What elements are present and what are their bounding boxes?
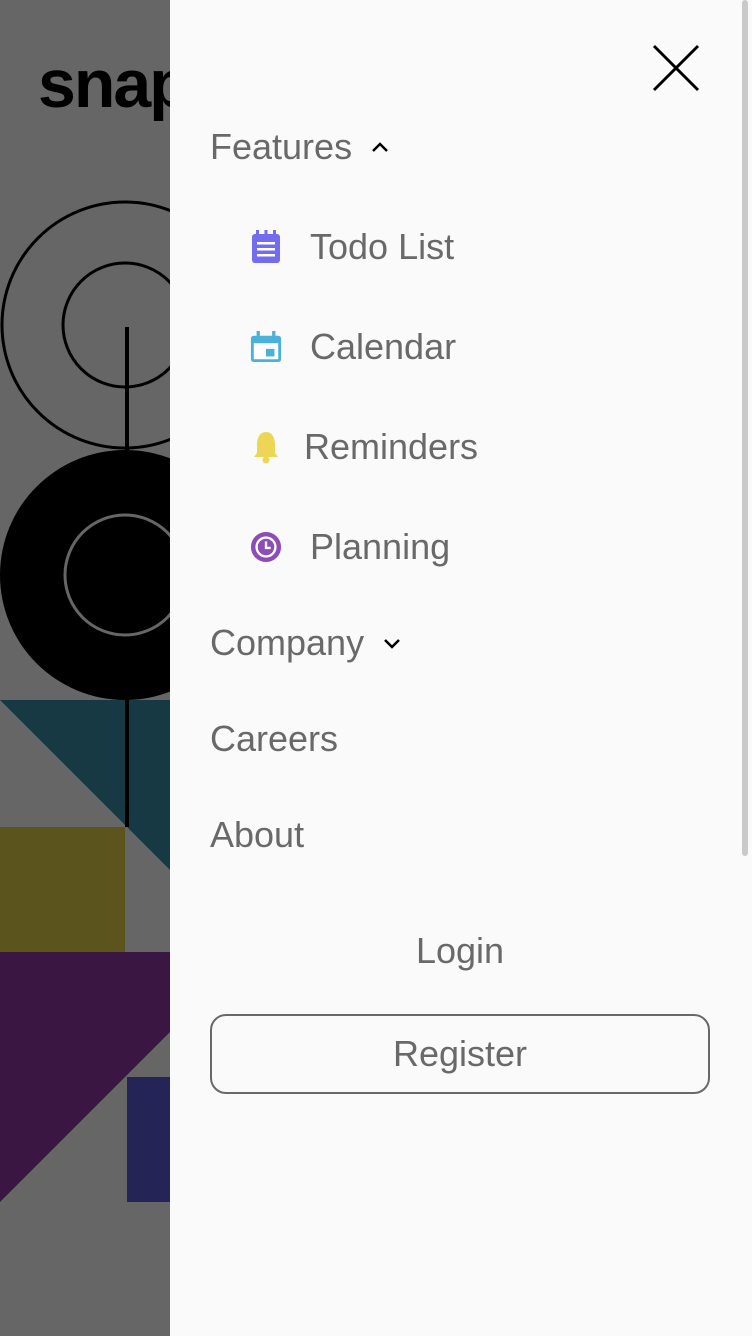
nav-company-toggle[interactable]: Company [210,622,402,664]
nav-careers-label: Careers [210,718,339,759]
close-menu-button[interactable] [650,42,702,94]
scrollbar[interactable] [742,0,748,856]
register-button[interactable]: Register [210,1014,710,1094]
chevron-down-icon [384,639,400,649]
nav-features-toggle[interactable]: Features [210,126,390,168]
nav-item-calendar[interactable]: Calendar [250,326,456,368]
calendar-label: Calendar [310,326,457,367]
nav-item-todo-list[interactable]: Todo List [250,226,454,268]
nav-features-label: Features [210,126,353,167]
nav-item-reminders[interactable]: Reminders [250,426,478,468]
nav-company-label: Company [210,622,365,663]
reminders-label: Reminders [304,426,479,467]
nav-about[interactable]: About [210,814,304,856]
navigation-drawer: Features Todo List Calendar Reminders Pl… [170,0,752,1336]
calendar-icon [250,330,282,364]
close-icon [652,44,700,92]
chevron-up-icon [372,142,388,152]
nav-careers[interactable]: Careers [210,718,338,760]
todo-list-icon [250,230,282,264]
bell-icon [250,430,282,464]
clock-icon [250,530,282,564]
todo-list-label: Todo List [310,226,455,267]
nav-about-label: About [210,814,305,855]
planning-label: Planning [310,526,451,567]
login-link[interactable]: Login [210,930,710,972]
nav-item-planning[interactable]: Planning [250,526,450,568]
